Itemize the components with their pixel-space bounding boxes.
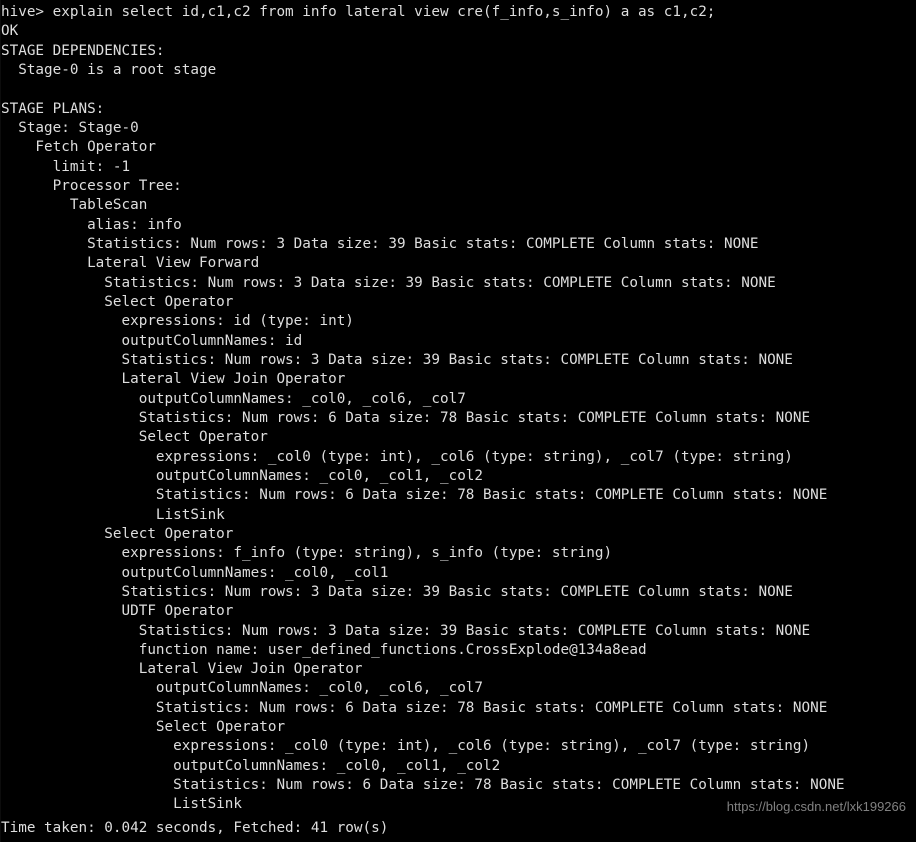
terminal-line: hive> explain select id,c1,c2 from info … [1,4,716,20]
terminal-line: Select Operator [1,293,234,310]
terminal-line: Statistics: Num rows: 3 Data size: 39 Ba… [1,274,776,291]
terminal-line: Statistics: Num rows: 3 Data size: 39 Ba… [1,351,793,368]
terminal-line: function name: user_defined_functions.Cr… [1,641,647,658]
terminal-line: Statistics: Num rows: 3 Data size: 39 Ba… [1,583,793,600]
terminal-line: expressions: _col0 (type: int), _col6 (t… [1,738,811,755]
terminal-line: ListSink [1,506,225,523]
terminal-window[interactable]: hive> explain select id,c1,c2 from info … [0,0,916,842]
terminal-line: Statistics: Num rows: 6 Data size: 78 Ba… [1,487,828,504]
terminal-line: Select Operator [1,429,268,446]
terminal-line: Statistics: Num rows: 6 Data size: 78 Ba… [1,409,811,426]
terminal-line: Select Operator [1,719,286,736]
terminal-line: Stage: Stage-0 [1,119,139,136]
terminal-line: OK [1,23,19,40]
terminal-line: Statistics: Num rows: 6 Data size: 78 Ba… [1,777,845,794]
terminal-line: Processor Tree: [1,177,182,194]
watermark-url: https://blog.csdn.net/lxk199266 [726,798,906,814]
terminal-line: Lateral View Join Operator [1,661,363,678]
terminal-line: Select Operator [1,525,234,542]
terminal-line: Fetch Operator [1,139,156,156]
terminal-line: Lateral View Forward [1,255,260,272]
terminal-line: TableScan [1,197,148,214]
terminal-line: alias: info [1,216,182,233]
terminal-line: limit: -1 [1,158,131,175]
terminal-line: Stage-0 is a root stage [1,61,217,78]
terminal-line: outputColumnNames: _col0, _col1 [1,564,389,581]
terminal-line: Statistics: Num rows: 3 Data size: 39 Ba… [1,622,811,639]
terminal-line: outputColumnNames: _col0, _col1, _col2 [1,467,484,484]
terminal-line: Statistics: Num rows: 3 Data size: 39 Ba… [1,235,759,252]
terminal-line: STAGE PLANS: [1,100,105,117]
terminal-line: Lateral View Join Operator [1,371,346,388]
terminal-line: UDTF Operator [1,603,234,620]
terminal-output-text: hive> explain select id,c1,c2 from info … [1,3,915,815]
terminal-line: expressions: _col0 (type: int), _col6 (t… [1,448,793,465]
terminal-line: outputColumnNames: _col0, _col6, _col7 [1,390,466,407]
terminal-line: outputColumnNames: id [1,332,303,349]
terminal-line: STAGE DEPENDENCIES: [1,42,165,59]
terminal-line: Statistics: Num rows: 6 Data size: 78 Ba… [1,699,828,716]
terminal-line: outputColumnNames: _col0, _col6, _col7 [1,680,484,697]
terminal-line: expressions: id (type: int) [1,313,354,330]
terminal-line: expressions: f_info (type: string), s_in… [1,545,613,562]
terminal-status-line: Time taken: 0.042 seconds, Fetched: 41 r… [1,819,389,836]
terminal-line: outputColumnNames: _col0, _col1, _col2 [1,757,501,774]
